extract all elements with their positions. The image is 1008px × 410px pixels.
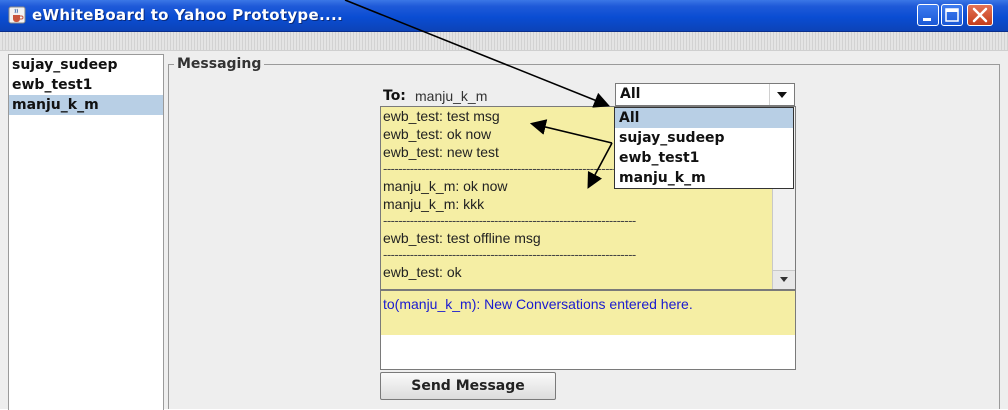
close-button[interactable] (967, 4, 993, 26)
recipient-select[interactable]: All (615, 83, 795, 106)
history-line: ewb_test: ok (383, 264, 462, 280)
toolbar-strip (0, 32, 1008, 51)
panel-title: Messaging (174, 56, 265, 72)
history-line: ewb_test: test offline msg (383, 230, 541, 246)
chevron-down-icon (780, 277, 788, 282)
to-label: To: (383, 88, 406, 104)
recipient-select-value: All (620, 86, 641, 102)
java-cup-icon (8, 6, 26, 24)
send-message-button[interactable]: Send Message (380, 372, 556, 400)
dropdown-arrow-button[interactable] (769, 84, 794, 105)
dropdown-option-manju-k-m[interactable]: manju_k_m (615, 168, 793, 188)
scroll-down-button[interactable] (773, 270, 795, 289)
contact-item-sujay-sudeep[interactable]: sujay_sudeep (9, 55, 163, 75)
dropdown-option-sujay-sudeep[interactable]: sujay_sudeep (615, 128, 793, 148)
minimize-icon (923, 18, 931, 21)
chevron-down-icon (777, 92, 787, 98)
maximize-icon (945, 8, 959, 22)
contact-list[interactable]: sujay_sudeep ewb_test1 manju_k_m (8, 54, 164, 410)
dropdown-option-ewb-test1[interactable]: ewb_test1 (615, 148, 793, 168)
history-separator: ----------------------------------------… (383, 247, 636, 262)
minimize-button[interactable] (917, 4, 939, 26)
recipient-dropdown-list[interactable]: All sujay_sudeep ewb_test1 manju_k_m (614, 107, 794, 189)
title-bar[interactable]: eWhiteBoard to Yahoo Prototype.... (0, 0, 1008, 32)
contact-item-manju-k-m[interactable]: manju_k_m (9, 95, 163, 115)
maximize-button[interactable] (941, 4, 963, 26)
window-title: eWhiteBoard to Yahoo Prototype.... (32, 6, 343, 24)
dropdown-option-all[interactable]: All (615, 108, 793, 128)
app-window: eWhiteBoard to Yahoo Prototype.... sujay… (0, 0, 1008, 410)
compose-text[interactable]: to(manju_k_m): New Conversations entered… (383, 296, 693, 312)
history-line: manju_k_m: kkk (383, 196, 485, 212)
to-field[interactable] (413, 86, 617, 106)
history-separator: ----------------------------------------… (383, 213, 636, 228)
compose-area[interactable]: to(manju_k_m): New Conversations entered… (380, 290, 796, 370)
contact-item-ewb-test1[interactable]: ewb_test1 (9, 75, 163, 95)
close-icon (972, 7, 988, 23)
